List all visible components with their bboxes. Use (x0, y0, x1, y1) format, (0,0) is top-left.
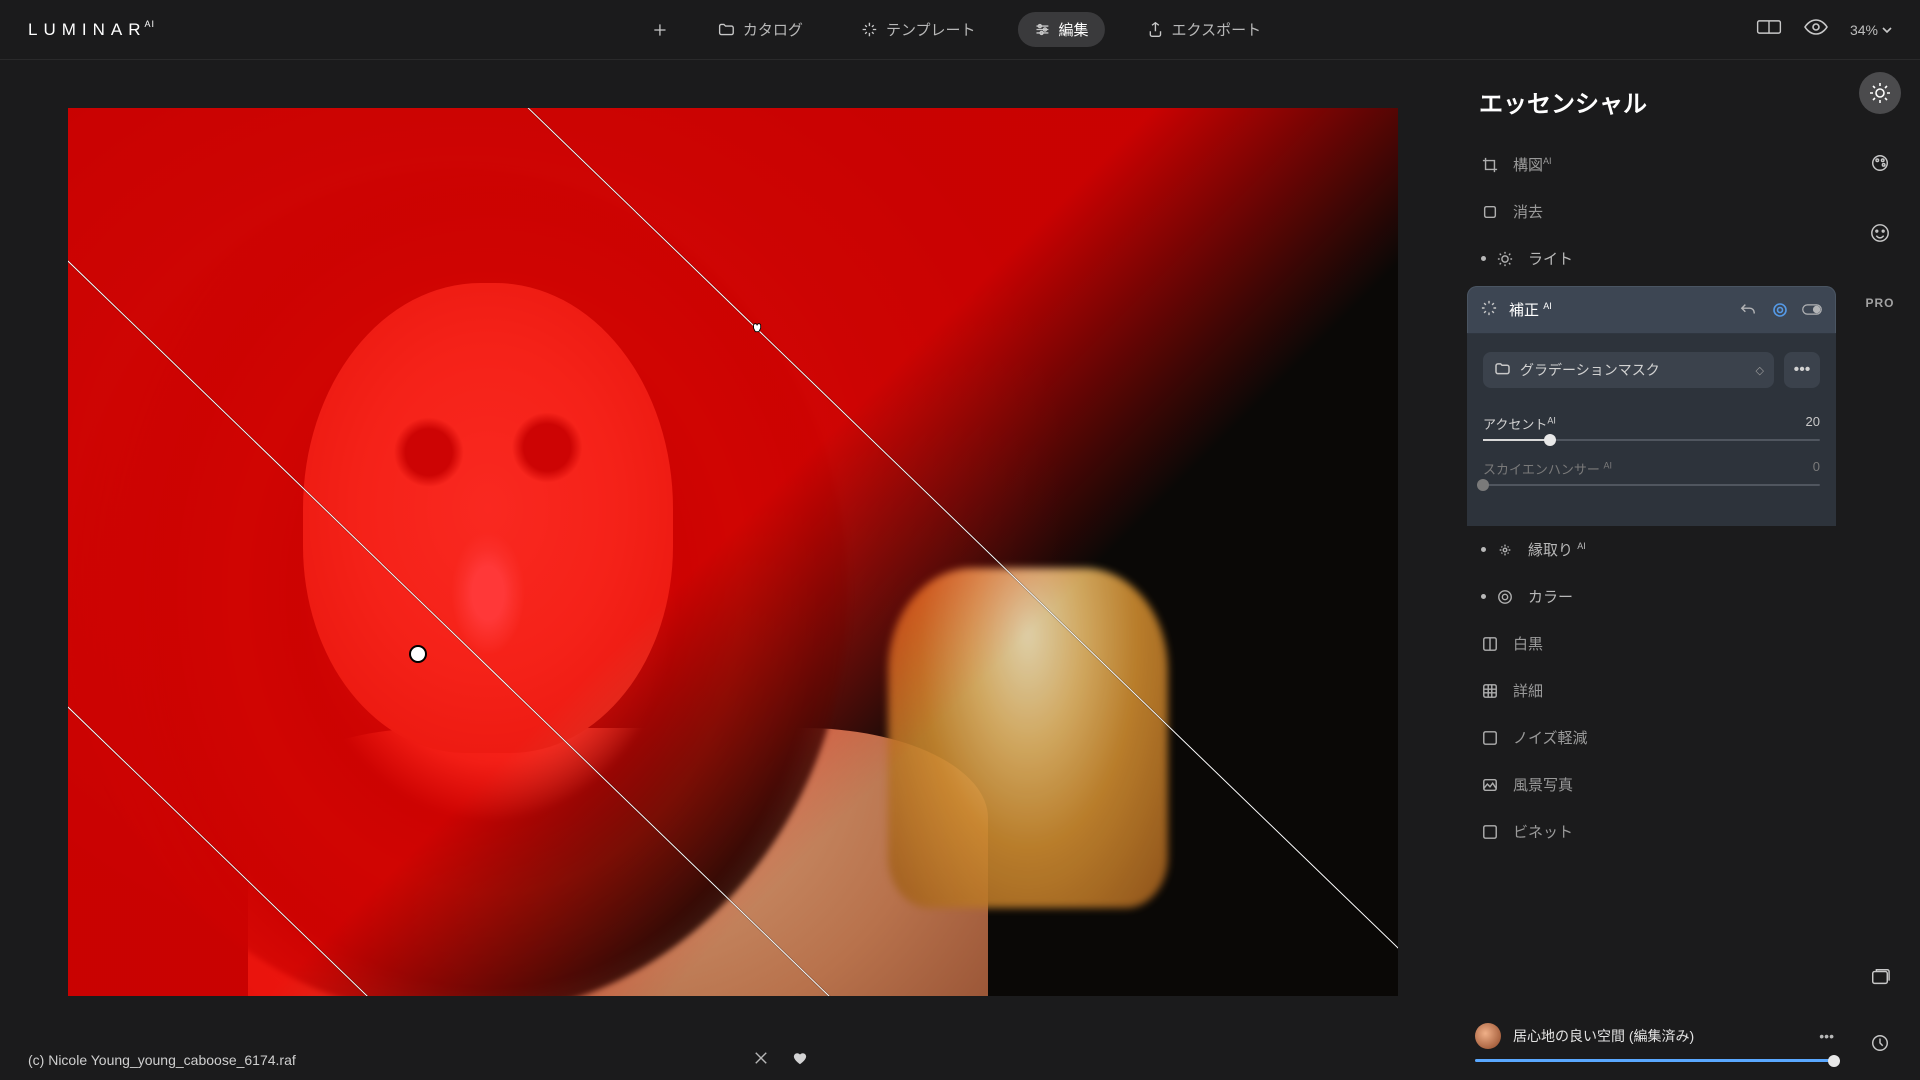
tool-denoise[interactable]: ノイズ軽減 (1467, 714, 1836, 761)
image-canvas[interactable] (68, 108, 1398, 996)
mask-type-select[interactable]: グラデーションマスク ◇ (1483, 352, 1774, 388)
app-logo: LUMINAR AI (28, 20, 155, 40)
reject-button[interactable] (754, 1051, 768, 1068)
tool-composition[interactable]: 構図AI (1467, 141, 1836, 188)
active-dot (1481, 594, 1486, 599)
eye-icon[interactable] (1804, 19, 1828, 40)
rail-portrait[interactable] (1859, 212, 1901, 254)
rail-history[interactable] (1859, 1022, 1901, 1064)
tool-color-label: カラー (1528, 586, 1573, 607)
template-more-button[interactable]: ••• (1819, 1028, 1834, 1044)
zoom-dropdown[interactable]: 34% (1850, 22, 1892, 38)
crop-icon (1481, 156, 1499, 174)
sparkle-icon (861, 21, 878, 38)
nav-catalog-label: カタログ (743, 19, 803, 40)
nav-export[interactable]: エクスポート (1131, 12, 1278, 47)
tool-composition-label: 構図AI (1513, 154, 1552, 175)
tool-structure[interactable]: 縁取り AI (1467, 526, 1836, 573)
chevron-down-icon (1882, 27, 1892, 33)
plus-icon (651, 21, 668, 38)
slider-accent-label: アクセントAI (1483, 414, 1556, 433)
rail-essentials[interactable] (1859, 72, 1901, 114)
logo-text: LUMINAR (28, 20, 147, 40)
template-strength: 居心地の良い空間 (編集済み) ••• (1467, 1023, 1840, 1062)
tool-enhance-header[interactable]: 補正 AI (1467, 286, 1836, 334)
nav-template-label: テンプレート (886, 19, 976, 40)
tool-details[interactable]: 詳細 (1467, 667, 1836, 714)
tool-vignette-label: ビネット (1513, 821, 1573, 842)
slider-sky-label: スカイエンハンサー AI (1483, 459, 1612, 478)
mask-folder-icon (1495, 362, 1510, 378)
template-slider[interactable] (1475, 1059, 1834, 1062)
mask-more-button[interactable]: ••• (1784, 352, 1820, 388)
bw-icon (1481, 635, 1499, 653)
slider-sky: スカイエンハンサー AI 0 (1483, 459, 1820, 486)
compare-icon[interactable] (1756, 20, 1782, 39)
gradient-grab-cursor[interactable] (750, 318, 766, 339)
tool-bw[interactable]: 白黒 (1467, 620, 1836, 667)
logo-suffix: AI (145, 19, 156, 29)
tool-structure-label: 縁取り AI (1528, 539, 1586, 560)
landscape-icon (1481, 776, 1499, 794)
nav-export-label: エクスポート (1172, 19, 1262, 40)
tool-details-label: 詳細 (1513, 680, 1543, 701)
tool-denoise-label: ノイズ軽減 (1513, 727, 1588, 748)
pro-label: PRO (1865, 296, 1894, 310)
enhance-icon (1481, 300, 1497, 320)
tools-panel: エッセンシャル 構図AI 消去 ライト 補正 AI (1467, 76, 1840, 1080)
nav-edit-label: 編集 (1059, 19, 1089, 40)
nav-catalog[interactable]: カタログ (702, 12, 819, 47)
tool-landscape-label: 風景写真 (1513, 774, 1573, 795)
tool-color[interactable]: カラー (1467, 573, 1836, 620)
tool-erase-label: 消去 (1513, 201, 1543, 222)
favorite-button[interactable] (792, 1051, 808, 1068)
mask-overlay (68, 108, 1398, 996)
tool-landscape[interactable]: 風景写真 (1467, 761, 1836, 808)
folder-icon (718, 21, 735, 38)
details-icon (1481, 682, 1499, 700)
tool-light[interactable]: ライト (1467, 235, 1836, 282)
add-button[interactable] (643, 14, 676, 45)
nav-edit[interactable]: 編集 (1018, 12, 1105, 47)
rail-creative[interactable] (1859, 142, 1901, 184)
sliders-icon (1034, 21, 1051, 38)
erase-icon (1481, 203, 1499, 221)
tool-light-label: ライト (1528, 248, 1573, 269)
rail-pro[interactable]: PRO (1859, 282, 1901, 324)
sun-icon (1496, 250, 1514, 268)
template-name: 居心地の良い空間 (編集済み) (1513, 1026, 1694, 1046)
tool-bw-label: 白黒 (1513, 633, 1543, 654)
filename: (c) Nicole Young_young_caboose_6174.raf (28, 1052, 296, 1068)
panel-title: エッセンシャル (1479, 84, 1836, 119)
tool-erase[interactable]: 消去 (1467, 188, 1836, 235)
active-dot (1481, 256, 1486, 261)
nav-template[interactable]: テンプレート (845, 12, 992, 47)
rail-layers[interactable] (1859, 956, 1901, 998)
tool-enhance-label: 補正 AI (1509, 299, 1552, 320)
color-icon (1496, 588, 1514, 606)
tool-enhance-panel: 補正 AI グラデーションマスク ◇ (1467, 286, 1836, 526)
ellipsis-icon: ••• (1794, 361, 1811, 379)
gradient-center-handle[interactable] (409, 645, 427, 663)
mask-type-label: グラデーションマスク (1520, 360, 1660, 380)
mask-icon[interactable] (1770, 300, 1790, 320)
toggle-icon[interactable] (1802, 300, 1822, 320)
vignette-icon (1481, 823, 1499, 841)
zoom-value: 34% (1850, 22, 1878, 38)
slider-accent[interactable]: アクセントAI 20 (1483, 414, 1820, 441)
template-avatar (1475, 1023, 1501, 1049)
slider-sky-value: 0 (1813, 459, 1820, 478)
denoise-icon (1481, 729, 1499, 747)
undo-icon[interactable] (1738, 300, 1758, 320)
share-icon (1147, 21, 1164, 38)
structure-icon (1496, 541, 1514, 559)
slider-accent-value: 20 (1806, 414, 1820, 433)
active-dot (1481, 547, 1486, 552)
select-chevron-icon: ◇ (1756, 364, 1762, 377)
tool-vignette[interactable]: ビネット (1467, 808, 1836, 855)
